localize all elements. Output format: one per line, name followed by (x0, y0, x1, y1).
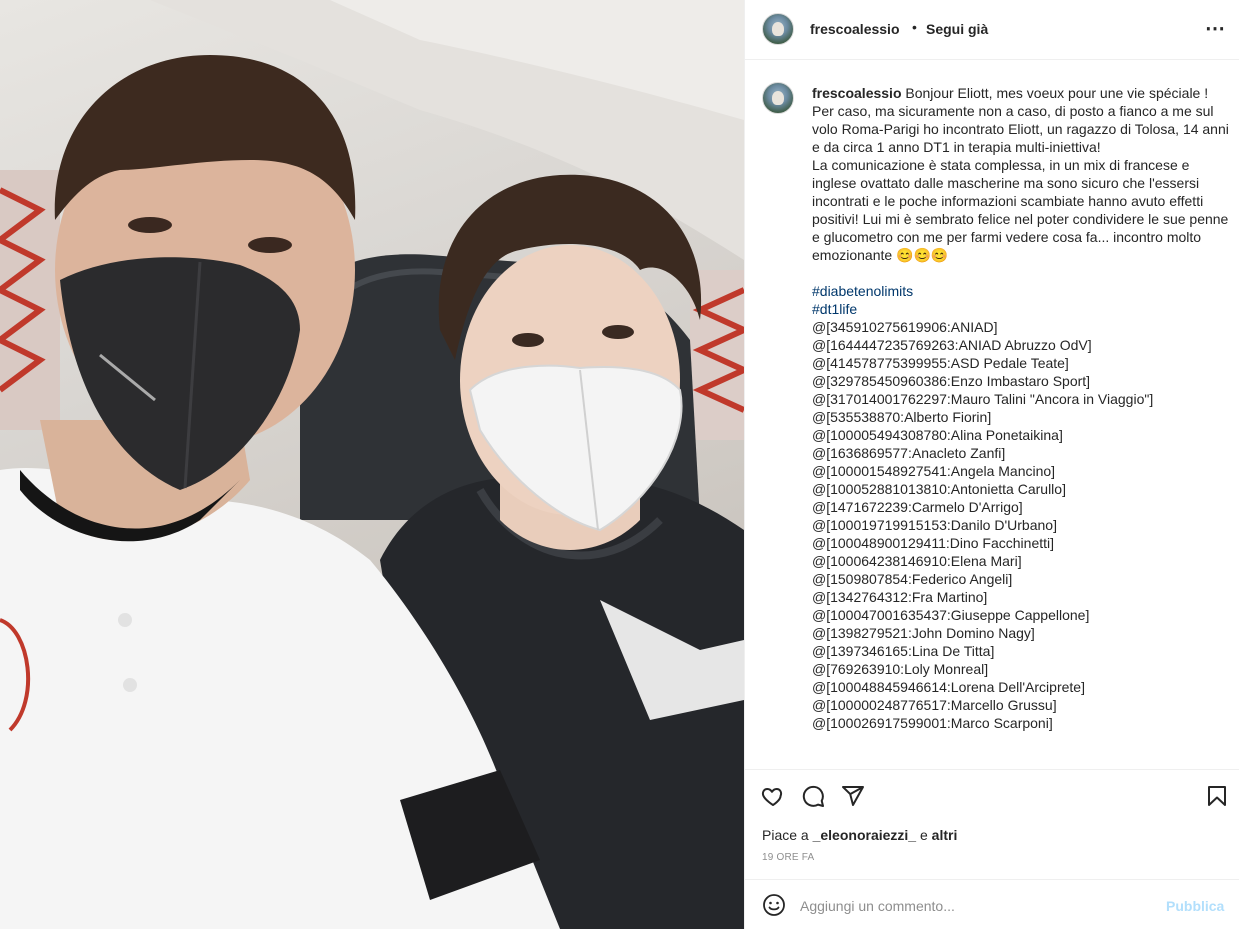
comments-area[interactable]: frescoalessio Bonjour Eliott, mes voeux … (745, 61, 1239, 769)
mention-line: @[100047001635437:Giuseppe Cappellone] (812, 607, 1090, 623)
heart-icon[interactable] (761, 784, 787, 810)
caption-username[interactable]: frescoalessio (812, 85, 902, 101)
likes-middle: e (919, 827, 928, 843)
mention-line: @[317014001762297:Mauro Talini "Ancora i… (812, 391, 1154, 407)
mention-line: @[1471672239:Carmelo D'Arrigo] (812, 499, 1023, 515)
post-photo (0, 0, 744, 929)
caption-text: Bonjour Eliott, mes voeux pour une vie s… (812, 85, 1229, 263)
mention-line: @[535538870:Alberto Fiorin] (812, 409, 992, 425)
follow-status-button[interactable]: Segui già (926, 21, 988, 37)
mention-line: @[100064238146910:Elena Mari] (812, 553, 1022, 569)
mention-line: @[1644447235769263:ANIAD Abruzzo OdV] (812, 337, 1092, 353)
post-side-panel: frescoalessio • Segui già ⋯ frescoalessi… (744, 0, 1239, 929)
likes-summary: Piace a _eleonoraiezzi_ e altri (762, 827, 957, 843)
mention-line: @[414578775399955:ASD Pedale Teate] (812, 355, 1069, 371)
mention-line: @[1509807854:Federico Angeli] (812, 571, 1013, 587)
liker-username[interactable]: _eleonoraiezzi_ (813, 827, 917, 843)
mention-line: @[1342764312:Fra Martino] (812, 589, 988, 605)
author-avatar[interactable] (762, 13, 794, 45)
mention-line: @[345910275619906:ANIAD] (812, 319, 998, 335)
mention-line: @[1636869577:Anacleto Zanfi] (812, 445, 1006, 461)
comment-input[interactable] (800, 895, 1150, 917)
more-options-icon[interactable]: ⋯ (1205, 16, 1226, 41)
author-username[interactable]: frescoalessio (810, 21, 900, 37)
caption-avatar[interactable] (762, 82, 794, 114)
share-icon[interactable] (841, 784, 867, 810)
likes-prefix: Piace a (762, 827, 809, 843)
mention-line: @[769263910:Loly Monreal] (812, 661, 989, 677)
bookmark-icon[interactable] (1205, 784, 1231, 810)
publish-button[interactable]: Pubblica (1166, 898, 1224, 914)
mention-line: @[100048845946614:Lorena Dell'Arciprete] (812, 679, 1085, 695)
mention-line: @[1398279521:John Domino Nagy] (812, 625, 1035, 641)
mention-line: @[100026917599001:Marco Scarponi] (812, 715, 1053, 731)
hashtag-link[interactable]: #diabetenolimits (812, 282, 1236, 300)
post-caption: frescoalessio Bonjour Eliott, mes voeux … (812, 84, 1236, 732)
mention-line: @[100001548927541:Angela Mancino] (812, 463, 1056, 479)
photo-illustration (0, 0, 744, 929)
mention-line: @[100019719915153:Danilo D'Urbano] (812, 517, 1057, 533)
mention-line: @[100000248776517:Marcello Grussu] (812, 697, 1057, 713)
comment-icon[interactable] (801, 784, 827, 810)
post-header: frescoalessio • Segui già ⋯ (745, 0, 1239, 60)
likes-others-link[interactable]: altri (932, 827, 958, 843)
add-comment-bar: Pubblica (745, 879, 1239, 929)
mention-line: @[100005494308780:Alina Ponetaikina] (812, 427, 1063, 443)
mention-list: @[345910275619906:ANIAD] @[16444472357692… (812, 318, 1236, 732)
mention-line: @[100052881013810:Antonietta Carullo] (812, 481, 1066, 497)
mention-line: @[1397346165:Lina De Titta] (812, 643, 995, 659)
hashtag-link[interactable]: #dt1life (812, 300, 1236, 318)
post-actions: Piace a _eleonoraiezzi_ e altri 19 ORE F… (745, 769, 1239, 879)
post-timestamp[interactable]: 19 ORE FA (762, 852, 814, 863)
emoji-icon[interactable] (762, 893, 788, 919)
hashtag-list: #diabetenolimits #dt1life (812, 282, 1236, 318)
mention-line: @[329785450960386:Enzo Imbastaro Sport] (812, 373, 1091, 389)
header-separator: • (912, 19, 917, 35)
mention-line: @[100048900129411:Dino Facchinetti] (812, 535, 1055, 551)
